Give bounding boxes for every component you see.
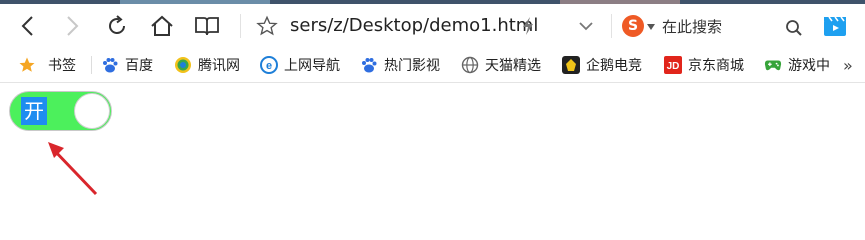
sogou-search-icon[interactable]: S bbox=[622, 15, 644, 37]
jd-icon: JD bbox=[664, 56, 682, 74]
bookmark-item-bookmarks[interactable]: 书签 bbox=[18, 48, 76, 82]
bookmark-item-jd[interactable]: JD 京东商城 bbox=[664, 48, 744, 82]
bookmark-label: 游戏中 bbox=[788, 58, 830, 74]
bookmark-item-video[interactable]: 热门影视 bbox=[360, 48, 440, 82]
bookmark-label: 企鹅电竞 bbox=[586, 58, 642, 74]
bookmark-label: 百度 bbox=[125, 58, 153, 74]
back-icon[interactable] bbox=[12, 10, 44, 42]
engine-dropdown-icon[interactable] bbox=[647, 24, 655, 30]
search-input[interactable]: 在此搜索 bbox=[662, 14, 722, 40]
bookmark-label: 京东商城 bbox=[688, 58, 744, 74]
tencent-icon bbox=[174, 56, 192, 74]
bookmark-item-nav[interactable]: e 上网导航 bbox=[260, 48, 340, 82]
bookmark-item-esports[interactable]: 企鹅电竞 bbox=[562, 48, 642, 82]
toggle-on-label: 开 bbox=[21, 97, 47, 125]
paw-icon bbox=[360, 56, 378, 74]
annotation-red-arrow bbox=[48, 142, 98, 196]
star-icon bbox=[18, 56, 36, 74]
bookmark-label: 热门影视 bbox=[384, 58, 440, 74]
bookmark-item-games[interactable]: 游戏中 bbox=[764, 48, 836, 82]
ie-e-icon: e bbox=[260, 56, 278, 74]
svg-text:e: e bbox=[266, 60, 272, 72]
bookmark-label: 书签 bbox=[48, 58, 76, 74]
toolbar-divider-2 bbox=[611, 14, 612, 38]
video-clapper-icon[interactable] bbox=[819, 10, 851, 42]
reload-icon[interactable] bbox=[101, 10, 133, 42]
speed-lightning-icon[interactable] bbox=[512, 10, 544, 42]
globe-icon bbox=[461, 56, 479, 74]
gamepad-icon bbox=[764, 56, 782, 74]
toggle-knob[interactable] bbox=[74, 93, 110, 129]
home-icon[interactable] bbox=[146, 10, 178, 42]
bookmark-item-tencent[interactable]: 腾讯网 bbox=[174, 48, 240, 82]
bookmark-label: 腾讯网 bbox=[198, 58, 240, 74]
baidu-paw-icon bbox=[101, 56, 119, 74]
reader-book-icon[interactable] bbox=[191, 10, 223, 42]
bookmarks-overflow-chevron-icon[interactable]: » bbox=[843, 48, 853, 82]
favorite-star-icon[interactable] bbox=[251, 10, 283, 42]
chevron-down-icon[interactable] bbox=[570, 10, 602, 42]
bookmark-item-baidu[interactable]: 百度 bbox=[101, 48, 153, 82]
bookmark-item-tmall[interactable]: 天猫精选 bbox=[461, 48, 541, 82]
bookmarks-bar: 书签 百度 腾讯网 e 上网导航 热门影视 天猫精选 企鹅电竞 JD 京东商城 … bbox=[0, 48, 865, 83]
bookmark-label: 上网导航 bbox=[284, 58, 340, 74]
search-box[interactable]: S 在此搜索 bbox=[622, 14, 812, 40]
toolbar-divider bbox=[240, 14, 241, 38]
svg-text:JD: JD bbox=[667, 61, 680, 72]
address-bar-url[interactable]: sers/z/Desktop/demo1.html bbox=[290, 14, 538, 38]
browser-toolbar: sers/z/Desktop/demo1.html S 在此搜索 bbox=[0, 4, 865, 48]
bookmark-label: 天猫精选 bbox=[485, 58, 541, 74]
bookmarks-divider bbox=[91, 56, 92, 74]
toggle-switch[interactable]: 开 bbox=[9, 91, 112, 131]
forward-icon[interactable] bbox=[56, 10, 88, 42]
penguin-icon bbox=[562, 56, 580, 74]
search-icon[interactable] bbox=[785, 19, 803, 37]
